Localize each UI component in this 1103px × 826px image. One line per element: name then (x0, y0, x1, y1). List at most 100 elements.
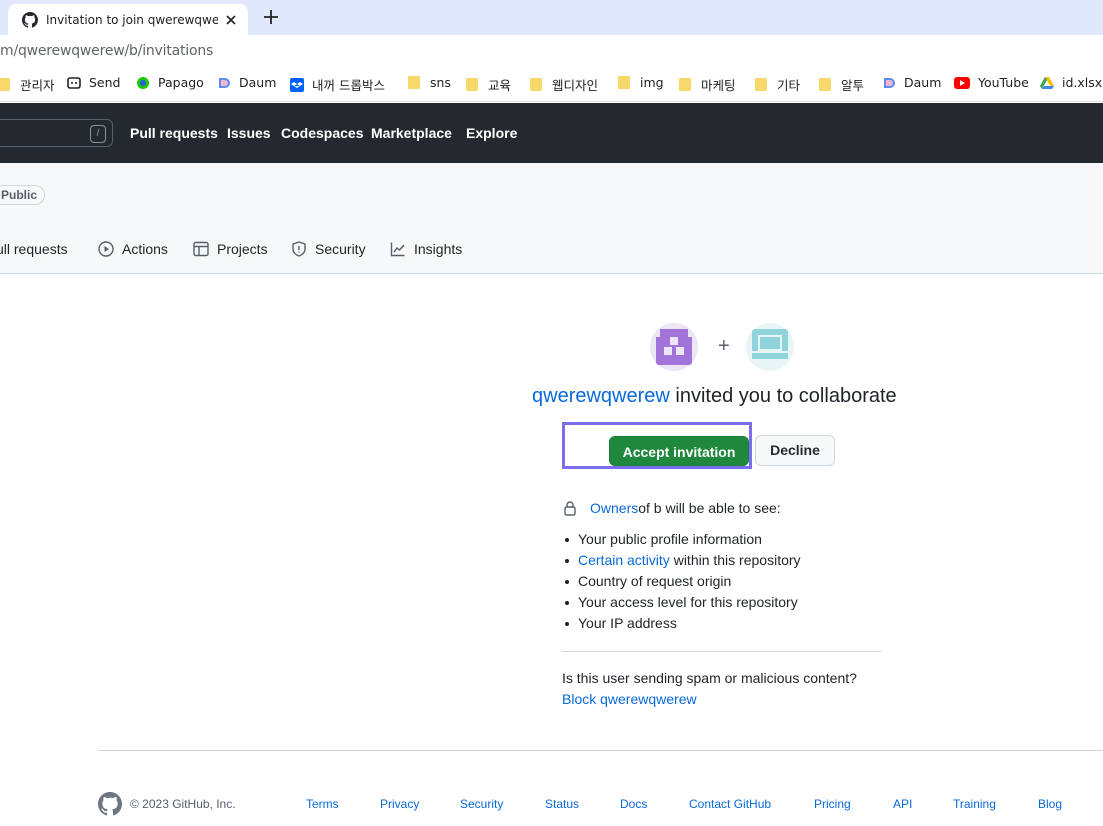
bookmark-link[interactable]: Send (67, 75, 120, 90)
list-item: Certain activity within this repository (562, 550, 801, 571)
bookmark-label: id.xlsx - (1062, 75, 1103, 90)
tab-insights[interactable]: Insights (390, 241, 462, 257)
play-icon (98, 241, 114, 257)
folder-icon (530, 78, 542, 91)
bookmark-folder[interactable]: 교육 (466, 75, 511, 94)
footer-link-training[interactable]: Training (953, 797, 996, 811)
bookmark-label: 마케팅 (701, 78, 736, 93)
nav-marketplace[interactable]: Marketplace (371, 125, 452, 141)
footer-link-contact[interactable]: Contact GitHub (689, 797, 771, 811)
bookmark-folder[interactable]: img (618, 75, 664, 90)
certain-activity-link[interactable]: Certain activity (578, 552, 670, 568)
footer-link-security[interactable]: Security (460, 797, 503, 811)
list-item: Your access level for this repository (562, 592, 801, 613)
invitation-message: qwerewqwerew invited you to collaborate (532, 385, 897, 408)
drive-icon (1040, 76, 1054, 89)
copyright-text: © 2023 GitHub, Inc. (130, 797, 236, 811)
close-tab-icon[interactable] (224, 13, 238, 27)
permission-text: within this repository (669, 552, 801, 568)
tab-projects[interactable]: Projects (193, 241, 268, 257)
permission-text: Your access level for this repository (578, 594, 798, 610)
user-avatar[interactable] (746, 323, 794, 371)
bookmark-label: Papago (158, 75, 204, 90)
owners-notice: Owners of b will be able to see: (562, 500, 781, 516)
visibility-badge: Public (0, 185, 46, 205)
tab-pull-requests[interactable]: ull requests (0, 241, 68, 257)
divider (562, 651, 882, 652)
folder-icon (755, 78, 767, 91)
bookmark-link[interactable]: 내꺼 드롭박스 (290, 75, 385, 94)
bookmark-link[interactable]: YouTube (954, 75, 1029, 90)
identicon-icon (746, 323, 794, 371)
bookmark-link[interactable]: Daum (217, 75, 276, 90)
bookmark-label: 교육 (488, 78, 512, 93)
inviter-link[interactable]: qwerewqwerew (532, 385, 670, 407)
bookmark-label: Daum (239, 75, 277, 90)
bookmark-link[interactable]: id.xlsx - (1040, 75, 1103, 90)
permission-text: Country of request origin (578, 573, 732, 589)
tab-label: Security (315, 241, 366, 257)
nav-codespaces[interactable]: Codespaces (281, 125, 363, 141)
github-logo-icon[interactable] (98, 792, 122, 816)
tab-actions[interactable]: Actions (98, 241, 168, 257)
youtube-icon (954, 76, 970, 89)
bookmark-folder[interactable]: sns (408, 75, 451, 90)
papago-icon (137, 76, 149, 89)
bookmark-link[interactable]: Papago (136, 75, 204, 90)
bookmark-folder[interactable]: 관리자 (0, 75, 55, 94)
permission-text: Your public profile information (578, 531, 762, 547)
permission-text: Your IP address (578, 615, 677, 631)
bookmark-folder[interactable]: 웹디자인 (530, 75, 598, 94)
spam-question: Is this user sending spam or malicious c… (562, 670, 857, 686)
url-text[interactable]: m/qwerewqwerew/b/invitations (0, 43, 213, 59)
identicon-icon (650, 323, 698, 371)
footer-link-privacy[interactable]: Privacy (380, 797, 419, 811)
search-shortcut-key: / (90, 125, 106, 143)
nav-explore[interactable]: Explore (466, 125, 517, 141)
list-item: Your public profile information (562, 529, 801, 550)
tab-security[interactable]: Security (291, 241, 366, 257)
graph-icon (390, 242, 405, 257)
footer-divider (98, 750, 1103, 751)
folder-icon (618, 76, 630, 89)
inviter-avatar[interactable] (650, 323, 698, 371)
footer-link-blog[interactable]: Blog (1038, 797, 1062, 811)
tab-label: ull requests (0, 241, 68, 257)
nav-pull-requests[interactable]: Pull requests (130, 125, 218, 141)
send-icon (67, 76, 81, 89)
accept-invitation-button[interactable]: Accept invitation (609, 436, 749, 466)
bookmark-label: 기타 (777, 78, 801, 93)
block-user-link[interactable]: Block qwerewqwerew (562, 691, 697, 707)
list-item: Your IP address (562, 613, 801, 634)
bookmark-label: Daum (904, 75, 942, 90)
daum-icon (219, 77, 230, 88)
invitation-text: invited you to collaborate (669, 385, 897, 407)
search-input[interactable]: / (0, 119, 113, 147)
footer-link-terms[interactable]: Terms (306, 797, 339, 811)
owners-link[interactable]: Owners (590, 500, 638, 516)
nav-issues[interactable]: Issues (227, 125, 271, 141)
footer-link-pricing[interactable]: Pricing (814, 797, 851, 811)
new-tab-icon[interactable] (262, 8, 280, 26)
bookmark-label: sns (430, 75, 451, 90)
dropbox-icon (290, 77, 304, 92)
folder-icon (466, 78, 478, 91)
tab-label: Actions (122, 241, 168, 257)
bookmark-folder[interactable]: 기타 (755, 75, 800, 94)
folder-icon (408, 76, 420, 89)
bookmark-link[interactable]: Daum (882, 75, 941, 90)
table-icon (193, 241, 209, 257)
decline-button[interactable]: Decline (755, 435, 835, 466)
repo-header: Public ull requests Actions Projects Sec… (0, 163, 1103, 274)
footer-link-status[interactable]: Status (545, 797, 579, 811)
footer-link-api[interactable]: API (893, 797, 912, 811)
tab-label: Insights (414, 241, 463, 257)
shield-icon (292, 241, 306, 257)
bookmark-folder[interactable]: 알투 (819, 75, 864, 94)
footer-link-docs[interactable]: Docs (620, 797, 647, 811)
bookmark-folder[interactable]: 마케팅 (679, 75, 736, 94)
browser-tab[interactable]: Invitation to join qwerewqwerew/b (8, 4, 248, 35)
address-bar[interactable]: m/qwerewqwerew/b/invitations (0, 35, 1103, 68)
folder-icon (0, 78, 10, 91)
permission-list: Your public profile information Certain … (562, 529, 801, 634)
